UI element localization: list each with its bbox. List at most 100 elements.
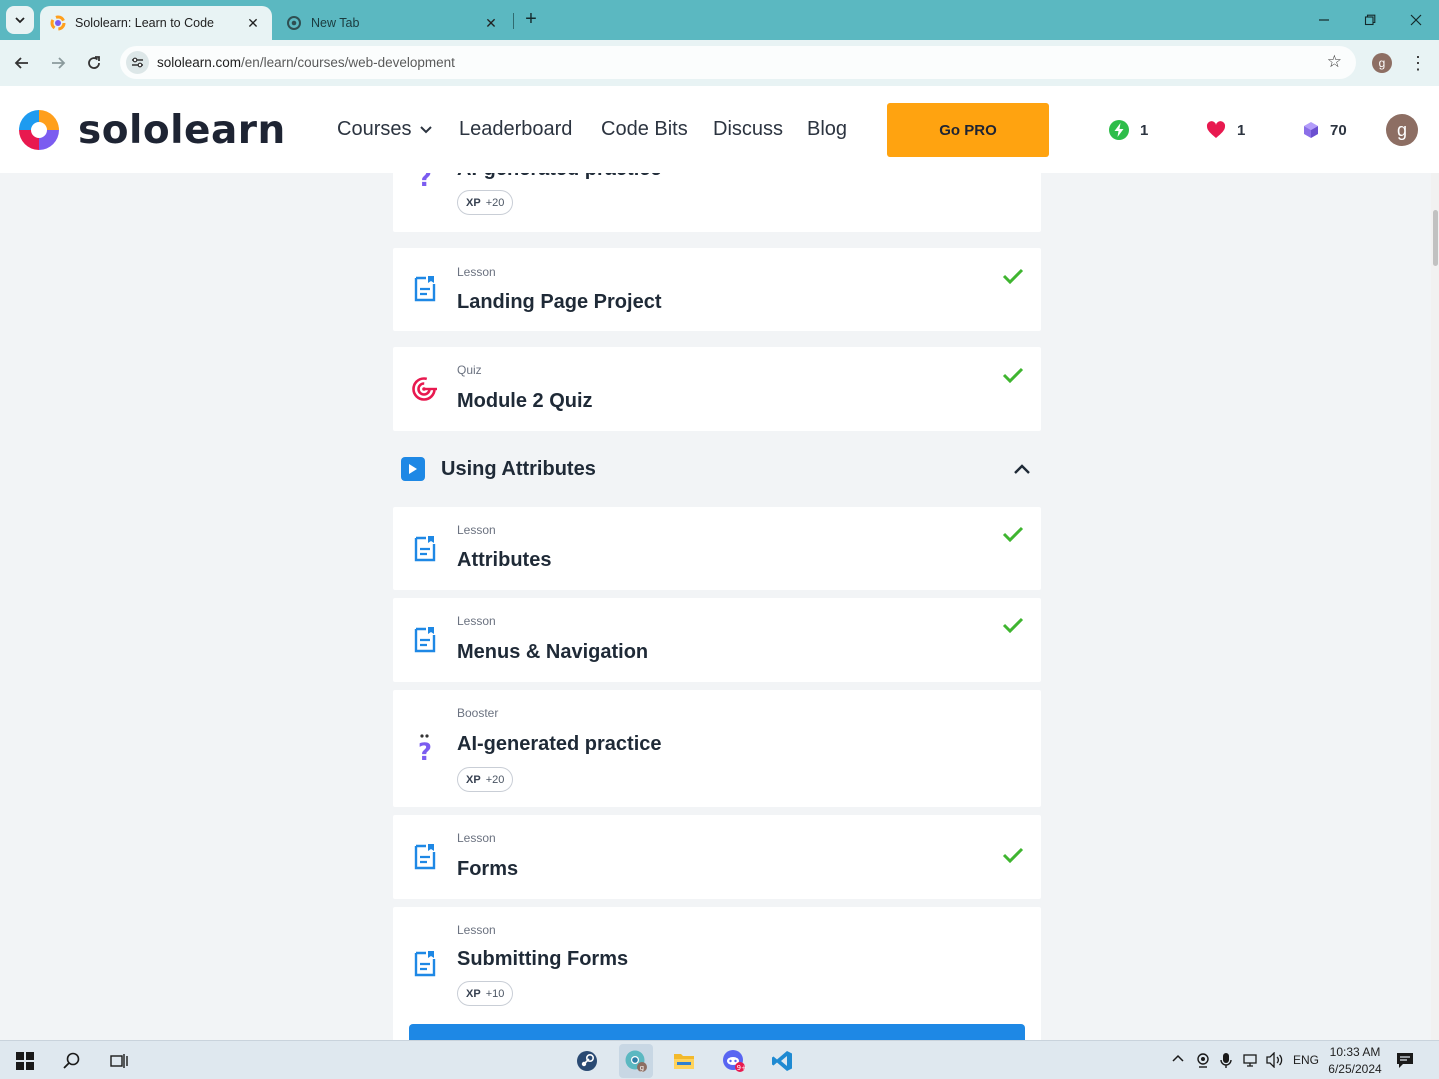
go-pro-button[interactable]: Go PRO <box>887 103 1049 157</box>
url-path: /en/learn/courses/web-development <box>241 55 455 70</box>
site-settings-icon[interactable] <box>126 51 149 74</box>
show-hidden-icons-chevron-icon[interactable] <box>1171 1051 1185 1068</box>
vscode-app-icon[interactable] <box>770 1049 794 1073</box>
streak-counter[interactable]: 1 <box>1108 119 1148 141</box>
card-title: Attributes <box>457 549 552 571</box>
page-scrollbar[interactable] <box>1431 173 1439 1040</box>
tab-new-tab[interactable]: New Tab ✕ <box>276 6 510 40</box>
card-kind: Lesson <box>457 614 496 628</box>
card-title: AI-generated practice <box>457 733 662 755</box>
discord-app-icon[interactable]: 9+ <box>722 1049 746 1073</box>
play-icon <box>401 457 425 481</box>
sololearn-brand[interactable]: sololearn <box>15 106 286 154</box>
task-view-icon[interactable] <box>107 1049 131 1073</box>
lesson-card[interactable]: Lesson Landing Page Project <box>393 248 1041 331</box>
microphone-tray-icon[interactable] <box>1220 1052 1232 1072</box>
svg-text:9+: 9+ <box>737 1064 746 1072</box>
hearts-counter[interactable]: 1 <box>1205 119 1245 141</box>
browser-toolbar: sololearn.com/en/learn/courses/web-devel… <box>0 40 1439 86</box>
chevron-down-icon <box>15 17 25 24</box>
nav-courses-label: Courses <box>337 118 412 140</box>
sololearn-favicon-icon <box>50 15 66 31</box>
card-title: Submitting Forms <box>457 948 629 970</box>
steam-app-icon[interactable] <box>575 1049 599 1073</box>
quiz-card[interactable]: Quiz Module 2 Quiz <box>393 347 1041 431</box>
xp-badge: XP +10 <box>457 981 514 1006</box>
card-kind: Lesson <box>457 523 496 537</box>
svg-text:?: ? <box>418 173 432 191</box>
section-title: Using Attributes <box>441 458 596 480</box>
browser-menu-icon[interactable]: ⋮ <box>1408 52 1428 74</box>
notification-center-icon[interactable] <box>1396 1051 1416 1069</box>
windows-taskbar: g 9+ ENG 10:33 AM 6/25/2024 <box>0 1040 1439 1079</box>
nav-discuss[interactable]: Discuss <box>713 118 783 141</box>
scrollbar-thumb[interactable] <box>1433 210 1438 266</box>
minimize-icon[interactable] <box>1301 6 1347 34</box>
checkmark-icon <box>1002 367 1024 384</box>
browser-profile-avatar[interactable]: g <box>1372 53 1392 73</box>
chrome-icon <box>286 15 302 31</box>
xp-badge: XP +20 <box>457 190 514 215</box>
lesson-card[interactable]: Lesson Attributes <box>393 507 1041 590</box>
xp-badge: XP +20 <box>457 767 514 792</box>
svg-text:g: g <box>640 1064 644 1072</box>
network-tray-icon[interactable] <box>1243 1053 1260 1071</box>
tab-sololearn[interactable]: Sololearn: Learn to Code ✕ <box>40 6 272 40</box>
nav-blog[interactable]: Blog <box>807 118 847 141</box>
clock-time: 10:33 AM <box>1329 1045 1381 1059</box>
forward-arrow-icon[interactable] <box>45 50 71 76</box>
back-arrow-icon[interactable] <box>9 50 35 76</box>
streak-value: 1 <box>1140 121 1149 139</box>
chevron-up-icon[interactable] <box>1011 458 1033 480</box>
start-lesson-button[interactable] <box>409 1024 1025 1040</box>
booster-card[interactable]: ? Booster AI-generated practice XP +20 <box>393 690 1041 807</box>
volume-tray-icon[interactable] <box>1266 1051 1284 1071</box>
xp-value: +20 <box>485 196 505 209</box>
card-title: AI-generated practice <box>457 173 662 181</box>
lightning-streak-icon <box>1108 119 1130 141</box>
lesson-card[interactable]: ? AI-generated practice XP +20 <box>393 173 1041 232</box>
xp-label: XP <box>466 196 481 209</box>
lesson-icon <box>411 626 439 654</box>
lesson-card[interactable]: Lesson Forms <box>393 815 1041 899</box>
svg-text:?: ? <box>418 738 432 764</box>
lesson-card[interactable]: Lesson Submitting Forms XP +10 <box>393 907 1041 1040</box>
course-content: ? AI-generated practice XP +20 Lesson Lan… <box>0 173 1439 1040</box>
lesson-icon <box>411 950 439 978</box>
url-host: sololearn.com <box>157 55 242 70</box>
close-window-icon[interactable] <box>1393 6 1439 34</box>
gems-counter[interactable]: 70 <box>1300 119 1347 141</box>
search-icon[interactable] <box>60 1049 84 1073</box>
tab-search-button[interactable] <box>6 6 34 34</box>
taskbar-clock[interactable]: 10:33 AM 6/25/2024 <box>1322 1044 1388 1078</box>
webcam-tray-icon[interactable] <box>1196 1052 1210 1071</box>
card-kind: Booster <box>457 706 499 720</box>
address-bar[interactable]: sololearn.com/en/learn/courses/web-devel… <box>120 46 1356 79</box>
tab-divider <box>513 13 514 29</box>
bookmark-star-icon[interactable]: ☆ <box>1327 52 1342 72</box>
restore-icon[interactable] <box>1347 6 1393 34</box>
heart-icon <box>1205 119 1227 141</box>
file-explorer-icon[interactable] <box>672 1049 696 1073</box>
close-tab-icon[interactable]: ✕ <box>244 14 262 32</box>
nav-courses[interactable]: Courses <box>337 118 433 141</box>
nav-leaderboard[interactable]: Leaderboard <box>459 118 572 141</box>
lesson-card[interactable]: Lesson Menus & Navigation <box>393 598 1041 682</box>
booster-question-icon: ? <box>411 734 439 764</box>
module-section-header[interactable]: Using Attributes <box>393 451 1041 487</box>
tab-title: Sololearn: Learn to Code <box>75 16 214 30</box>
url-text: sololearn.com/en/learn/courses/web-devel… <box>157 55 455 70</box>
card-title: Module 2 Quiz <box>457 390 593 412</box>
site-header: sololearn Courses Leaderboard Code Bits … <box>0 86 1439 173</box>
user-avatar[interactable]: g <box>1386 114 1418 146</box>
close-tab-icon[interactable]: ✕ <box>482 14 500 32</box>
windows-start-icon[interactable] <box>13 1049 37 1073</box>
input-language[interactable]: ENG <box>1293 1053 1319 1067</box>
chrome-app-icon[interactable]: g <box>624 1049 648 1073</box>
quiz-target-icon <box>411 375 439 403</box>
reload-icon[interactable] <box>81 50 107 76</box>
new-tab-plus-icon[interactable]: + <box>520 8 542 30</box>
nav-code-bits[interactable]: Code Bits <box>601 118 688 141</box>
lesson-icon <box>411 843 439 871</box>
card-title: Menus & Navigation <box>457 641 649 663</box>
